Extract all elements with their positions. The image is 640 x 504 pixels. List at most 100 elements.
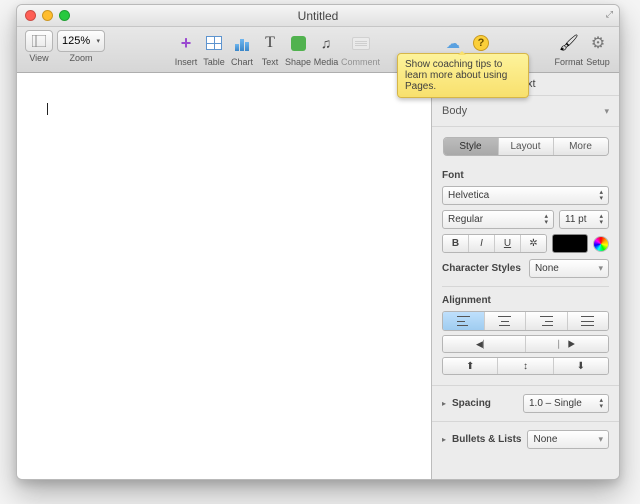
align-justify-button[interactable] <box>568 312 609 330</box>
coaching-tooltip: Show coaching tips to learn more about u… <box>397 53 529 98</box>
shape-label: Shape <box>285 57 311 67</box>
font-weight-select[interactable]: Regular ▴▾ <box>442 210 554 229</box>
valign-middle-button[interactable]: ↕ <box>498 358 553 374</box>
font-label: Font <box>442 170 609 181</box>
text-label: Text <box>262 57 279 67</box>
font-size-select[interactable]: 11 pt ▴▾ <box>559 210 609 229</box>
font-family-value: Helvetica <box>448 190 489 201</box>
chart-icon <box>235 35 249 51</box>
bullets-select[interactable]: None ▾ <box>527 430 609 449</box>
media-icon: ♫ <box>321 35 332 51</box>
chevron-down-icon: ▾ <box>598 434 603 445</box>
zoom-button[interactable] <box>59 10 70 21</box>
format-label: Format <box>554 57 583 67</box>
format-button[interactable]: 🖌 <box>556 30 582 56</box>
gear-icon: ⚙ <box>591 33 605 53</box>
valign-bottom-icon: ⬇ <box>577 361 585 372</box>
view-label: View <box>29 53 48 63</box>
stepper-icon: ▴▾ <box>599 398 603 410</box>
charstyles-select[interactable]: None ▾ <box>529 259 609 278</box>
spacing-value: 1.0 – Single <box>529 398 582 409</box>
valign-top-icon: ⬆ <box>466 361 474 372</box>
align-left-button[interactable] <box>443 312 485 330</box>
format-sidebar: Text Body ▾ Style Layout More Font Helve… <box>431 73 619 479</box>
media-label: Media <box>314 57 339 67</box>
alignment-label: Alignment <box>442 295 609 306</box>
font-weight-value: Regular <box>448 214 483 225</box>
spacing-label: Spacing <box>452 398 491 409</box>
stepper-icon: ▴▾ <box>599 214 603 226</box>
close-button[interactable] <box>25 10 36 21</box>
insert-label: Insert <box>175 57 198 67</box>
zoom-select[interactable]: 125% ▾ <box>57 30 105 52</box>
indent-button[interactable]: ⎸▶ <box>526 336 608 352</box>
font-section: Font Helvetica ▴▾ Regular ▴▾ 11 pt ▴▾ <box>432 166 619 385</box>
align-right-button[interactable] <box>526 312 568 330</box>
spacing-disclosure[interactable]: ▸ Spacing 1.0 – Single ▴▾ <box>432 385 619 421</box>
outdent-button[interactable]: ◀⎸ <box>443 336 526 352</box>
inspector-tabs: Style Layout More <box>443 137 609 156</box>
text-button[interactable]: T <box>257 30 283 56</box>
bullets-disclosure[interactable]: ▸ Bullets & Lists None ▾ <box>432 421 619 457</box>
indent-icon: ⎸▶ <box>558 339 575 350</box>
table-icon <box>206 36 222 50</box>
minimize-button[interactable] <box>42 10 53 21</box>
underline-button[interactable]: U <box>495 235 521 252</box>
font-size-value: 11 pt <box>565 214 587 225</box>
vertical-align: ⬆ ↕ ⬇ <box>442 357 609 375</box>
zoom-label: Zoom <box>69 53 92 63</box>
chart-button[interactable] <box>229 30 255 56</box>
view-button[interactable] <box>25 30 53 52</box>
window-title: Untitled <box>298 9 339 23</box>
color-wheel-button[interactable] <box>593 236 609 252</box>
dropdown-icon: ▾ <box>96 37 100 45</box>
document-canvas[interactable] <box>17 73 431 479</box>
comment-icon <box>352 37 370 50</box>
tab-style[interactable]: Style <box>444 138 499 155</box>
setup-button[interactable]: ⚙ <box>585 30 611 56</box>
charstyles-label: Character Styles <box>442 263 521 274</box>
shape-button[interactable] <box>285 30 311 56</box>
charstyles-value: None <box>535 263 559 274</box>
fullscreen-icon[interactable]: ⤢ <box>606 9 613 20</box>
bullets-value: None <box>533 434 557 445</box>
table-label: Table <box>203 57 225 67</box>
valign-top-button[interactable]: ⬆ <box>443 358 498 374</box>
spacing-select[interactable]: 1.0 – Single ▴▾ <box>523 394 609 413</box>
setup-label: Setup <box>586 57 610 67</box>
tips-icon: ? <box>473 35 489 51</box>
titlebar: Untitled ⤢ <box>17 5 619 27</box>
window-controls <box>25 10 70 21</box>
media-button[interactable]: ♫ <box>313 30 339 56</box>
comment-button <box>348 30 374 56</box>
font-family-select[interactable]: Helvetica ▴▾ <box>442 186 609 205</box>
plus-icon: + <box>181 33 192 54</box>
stepper-icon: ▴▾ <box>544 214 548 226</box>
text-color-swatch[interactable] <box>552 234 588 253</box>
bullets-label: Bullets & Lists <box>452 434 521 445</box>
text-cursor <box>47 103 48 115</box>
disclosure-triangle-icon: ▸ <box>442 399 446 408</box>
tab-more[interactable]: More <box>554 138 608 155</box>
advanced-button[interactable]: ✲ <box>521 235 546 252</box>
align-center-button[interactable] <box>485 312 527 330</box>
align-center-icon <box>498 316 511 326</box>
tab-layout[interactable]: Layout <box>499 138 554 155</box>
align-right-icon <box>540 316 553 326</box>
table-button[interactable] <box>201 30 227 56</box>
bold-button[interactable]: B <box>443 235 469 252</box>
insert-button[interactable]: + <box>173 30 199 56</box>
valign-middle-icon: ↕ <box>523 361 528 372</box>
valign-bottom-button[interactable]: ⬇ <box>554 358 608 374</box>
text-style-buttons: B I U ✲ <box>442 234 547 253</box>
chevron-down-icon: ▾ <box>598 263 603 274</box>
italic-button[interactable]: I <box>469 235 495 252</box>
stepper-icon: ▴▾ <box>599 190 603 202</box>
disclosure-triangle-icon: ▸ <box>442 435 446 444</box>
shape-icon <box>291 36 306 51</box>
text-icon: T <box>265 34 275 52</box>
align-justify-icon <box>581 316 594 326</box>
indent-buttons: ◀⎸ ⎸▶ <box>442 335 609 353</box>
align-left-icon <box>457 316 470 326</box>
paragraph-style-select[interactable]: Body ▾ <box>432 96 619 127</box>
